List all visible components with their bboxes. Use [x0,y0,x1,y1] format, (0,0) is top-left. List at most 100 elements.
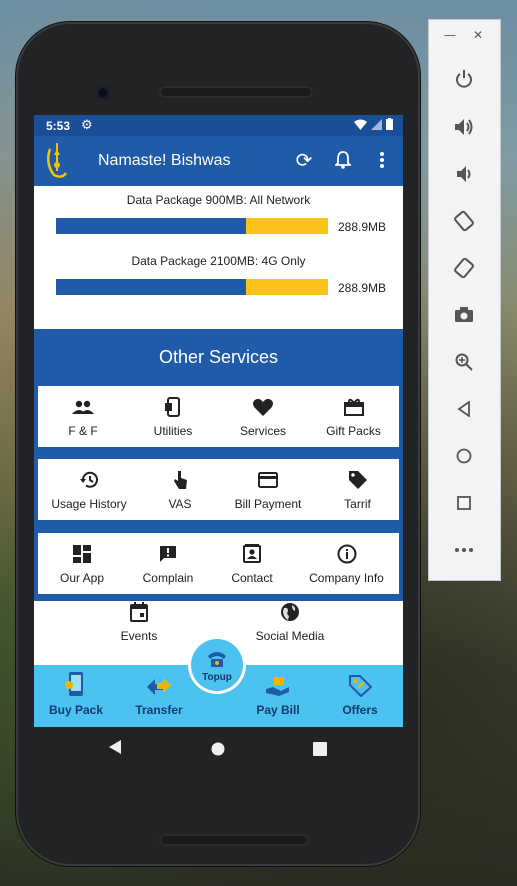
status-time: 5:53 [46,119,71,133]
zoom-icon[interactable] [451,349,477,375]
nav-pay-bill[interactable]: Pay Bill [248,675,308,717]
emulator-toolbar: — ✕ [428,19,501,581]
pay-bill-icon [265,675,291,701]
camera-icon[interactable] [451,302,477,328]
service-label: Bill Payment [234,497,302,511]
heart-icon [252,396,274,418]
service-label: Our App [59,571,105,585]
service-label: F & F [68,424,98,438]
service-label: Social Media [255,629,325,643]
nav-transfer[interactable]: Transfer [129,677,189,717]
service-company-info[interactable]: Company Info [294,533,399,594]
service-label: Contact [231,571,273,585]
back-triangle-icon[interactable] [451,396,477,422]
section-title: Other Services [158,347,279,367]
nav-label: Buy Pack [48,703,104,717]
home-circle-icon[interactable] [451,443,477,469]
service-gift-packs[interactable]: Gift Packs [308,386,399,447]
usage-bar-fill [56,218,247,234]
overview-square-icon[interactable] [451,490,477,516]
services-row-1: F & F Utilities Services Gift Packs [38,386,399,447]
page-title: Namaste! Bishwas [98,152,231,169]
buy-pack-icon [64,671,88,701]
recents-icon[interactable] [313,741,327,760]
usage-bar-fill [56,279,247,295]
service-label: Complain [142,571,194,585]
service-services[interactable]: Services [218,386,308,447]
feedback-icon [157,543,179,565]
service-social-media[interactable]: Social Media [240,601,340,662]
volume-up-icon[interactable] [451,114,477,140]
nav-offers[interactable]: Offers [330,673,390,717]
gift-icon [343,396,365,418]
service-contact[interactable]: Contact [210,533,294,594]
service-label: Company Info [309,571,384,585]
package-label: Data Package 2100MB: 4G Only [131,254,306,268]
offers-icon [347,673,373,701]
more-options-icon[interactable] [451,537,477,563]
refresh-icon[interactable]: ⟳ [292,148,316,172]
topup-label: Topup [202,671,232,683]
wifi-icon [354,119,367,130]
nav-label: Pay Bill [256,703,300,717]
history-icon [78,469,100,491]
close-icon[interactable]: ✕ [473,28,483,42]
ntc-logo-icon [46,143,68,178]
signal-icon [371,118,382,130]
bottom-speaker [159,834,309,846]
phone-utilities-icon [162,396,184,418]
rotate-right-icon[interactable] [451,255,477,281]
status-bar: 5:53 ⚙ [34,115,403,136]
overflow-menu-icon[interactable] [370,148,394,172]
minimize-icon[interactable]: — [444,28,456,42]
service-label: VAS [168,497,192,511]
topup-button[interactable]: Topup [191,639,243,691]
touch-icon [169,469,191,491]
services-row-2: Usage History VAS Bill Payment Tarrif [38,459,399,520]
service-label: Events [120,629,158,643]
service-complain[interactable]: Complain [126,533,210,594]
app-screen: 5:53 ⚙ Namaste! Bishwas ⟳ Data Package 9… [34,115,403,727]
service-label: Tarrif [344,497,371,511]
usage-bar [56,279,328,295]
back-icon[interactable] [108,739,122,759]
front-camera [95,85,111,101]
package-label: Data Package 900MB: All Network [126,193,311,207]
nav-label: Offers [342,703,378,717]
tag-icon [347,469,369,491]
app-bar: Namaste! Bishwas ⟳ [34,136,403,186]
info-icon [336,543,358,565]
services-row-3: Our App Complain Contact Company Info [38,533,399,594]
contact-icon [241,543,263,565]
globe-icon [279,601,301,623]
battery-icon [386,118,393,130]
power-icon[interactable] [451,66,477,92]
service-events[interactable]: Events [89,601,189,662]
service-vas[interactable]: VAS [140,459,220,520]
volume-down-icon[interactable] [451,161,477,187]
home-icon[interactable] [211,741,225,760]
top-speaker [159,86,313,98]
service-label: Usage History [51,497,127,511]
rotate-left-icon[interactable] [451,208,477,234]
status-icons [354,118,393,130]
service-utilities[interactable]: Utilities [128,386,218,447]
usage-bar [56,218,328,234]
service-usage-history[interactable]: Usage History [38,459,140,520]
service-ff[interactable]: F & F [38,386,128,447]
topup-icon [205,648,229,672]
dashboard-icon [71,543,93,565]
service-label: Utilities [153,424,193,438]
nav-label: Transfer [135,703,183,717]
remaining-amount: 288.9MB [338,281,387,295]
service-label: Services [239,424,286,438]
calendar-icon [128,601,150,623]
service-bill-payment[interactable]: Bill Payment [220,459,316,520]
service-tarrif[interactable]: Tarrif [316,459,399,520]
system-navigation-bar [34,727,403,771]
nav-buy-pack[interactable]: Buy Pack [46,671,106,717]
service-our-app[interactable]: Our App [38,533,126,594]
notification-bell-icon[interactable] [331,148,355,172]
settings-gear-icon: ⚙ [81,117,93,132]
transfer-icon [145,677,173,701]
